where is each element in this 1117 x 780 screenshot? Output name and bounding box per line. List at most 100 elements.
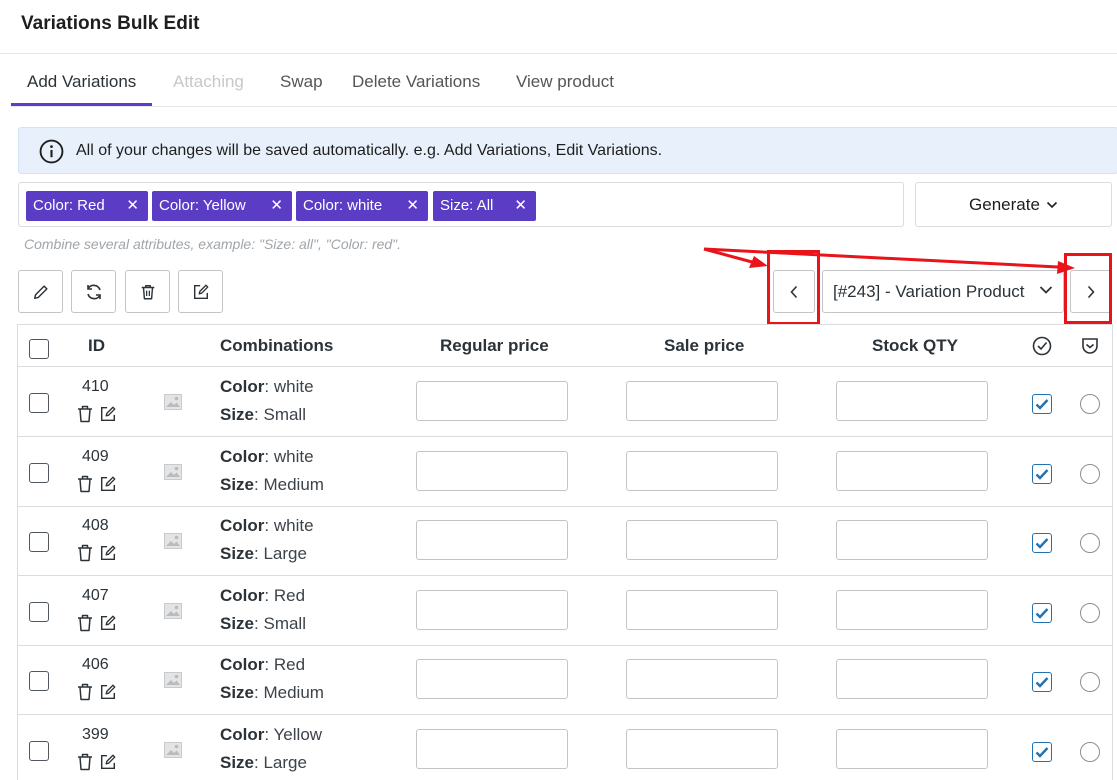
previous-product-button[interactable]: [773, 270, 815, 313]
refresh-button[interactable]: [71, 270, 116, 313]
color-value: : white: [264, 516, 314, 535]
chip-label: Color: Red: [33, 197, 105, 214]
edit-square-icon[interactable]: [99, 683, 117, 701]
checkmark-icon: [1035, 746, 1049, 758]
tab-view-product[interactable]: View product: [500, 60, 630, 106]
remove-chip-icon[interactable]: ✕: [126, 191, 139, 221]
remove-chip-icon[interactable]: ✕: [514, 191, 527, 221]
regular-price-input[interactable]: [416, 589, 568, 630]
edit-square-icon[interactable]: [99, 544, 117, 562]
trash-icon[interactable]: [77, 683, 93, 701]
row-checkbox[interactable]: [29, 462, 49, 483]
remove-chip-icon[interactable]: ✕: [406, 191, 419, 221]
checkmark-icon: [1035, 399, 1049, 410]
regular-price-input[interactable]: [416, 450, 568, 491]
stock-qty-input[interactable]: [836, 589, 988, 630]
tab-attaching[interactable]: Attaching: [157, 60, 260, 106]
image-placeholder-icon[interactable]: [164, 394, 182, 410]
sale-price-input[interactable]: [626, 659, 778, 699]
next-product-button[interactable]: [1070, 270, 1112, 313]
edit-button[interactable]: [18, 270, 63, 313]
default-radio[interactable]: [1080, 741, 1100, 762]
check-shield-icon: [1082, 338, 1098, 354]
combination: Color: Red Size: Medium: [220, 651, 324, 707]
default-radio[interactable]: [1080, 672, 1100, 692]
trash-icon[interactable]: [77, 614, 93, 632]
edit-square-icon[interactable]: [99, 753, 117, 771]
color-label: Color: [220, 516, 265, 535]
regular-price-input[interactable]: [416, 520, 568, 560]
stock-qty-input[interactable]: [836, 450, 988, 491]
size-value: : Medium: [254, 474, 324, 494]
color-value: : Red: [264, 655, 306, 674]
checkmark-icon: [1035, 538, 1049, 549]
tab-add-variations[interactable]: Add Variations: [11, 60, 153, 106]
color-value: : Yellow: [264, 724, 323, 744]
image-placeholder-icon[interactable]: [164, 602, 182, 619]
sale-price-input[interactable]: [626, 381, 778, 421]
row-checkbox[interactable]: [29, 393, 49, 413]
image-placeholder-icon[interactable]: [164, 533, 182, 549]
table-header: ID Combinations Regular price Sale price…: [18, 325, 1112, 367]
enabled-checkbox[interactable]: [1032, 463, 1052, 484]
trash-icon[interactable]: [77, 544, 93, 562]
stock-qty-input[interactable]: [836, 659, 988, 699]
header-id: ID: [88, 336, 105, 355]
edit-square-icon[interactable]: [99, 405, 117, 423]
regular-price-input[interactable]: [416, 381, 568, 421]
header-regular-price: Regular price: [440, 336, 549, 355]
edit-square-icon[interactable]: [99, 614, 117, 632]
default-radio[interactable]: [1080, 394, 1100, 414]
attribute-chip: Size: All ✕: [433, 191, 536, 221]
row-checkbox[interactable]: [29, 671, 49, 691]
enabled-checkbox[interactable]: [1032, 602, 1052, 623]
default-radio[interactable]: [1080, 602, 1100, 623]
row-checkbox[interactable]: [29, 601, 49, 622]
tab-delete-variations[interactable]: Delete Variations: [336, 60, 496, 106]
size-label: Size: [220, 405, 255, 424]
image-placeholder-icon[interactable]: [164, 672, 182, 688]
size-label: Size: [220, 613, 255, 633]
chip-label: Color: Yellow: [159, 197, 246, 214]
regular-price-input[interactable]: [416, 728, 568, 769]
delete-button[interactable]: [125, 270, 170, 313]
table-row: 409 Color: white Size: Medium: [18, 437, 1112, 507]
table-row: 399 Color: Yellow Size: Large: [18, 715, 1112, 780]
generate-button[interactable]: Generate: [915, 182, 1112, 227]
default-radio[interactable]: [1080, 463, 1100, 484]
sale-price-input[interactable]: [626, 450, 778, 491]
table-row: 407 Color: Red Size: Small: [18, 576, 1112, 646]
sale-price-input[interactable]: [626, 728, 778, 769]
trash-icon[interactable]: [77, 475, 93, 493]
product-select[interactable]: [#243] - Variation Product: [822, 270, 1064, 313]
row-checkbox[interactable]: [29, 532, 49, 552]
enabled-checkbox[interactable]: [1032, 394, 1052, 414]
row-checkbox[interactable]: [29, 740, 49, 761]
size-value: : Large: [254, 752, 307, 772]
edit-square-icon: [193, 284, 208, 299]
sale-price-input[interactable]: [626, 589, 778, 630]
sale-price-input[interactable]: [626, 520, 778, 560]
enabled-checkbox[interactable]: [1032, 533, 1052, 553]
trash-icon[interactable]: [77, 405, 93, 423]
regular-price-input[interactable]: [416, 659, 568, 699]
remove-chip-icon[interactable]: ✕: [270, 191, 283, 221]
stock-qty-input[interactable]: [836, 728, 988, 769]
variation-id: 408: [82, 517, 109, 534]
stock-qty-input[interactable]: [836, 381, 988, 421]
stock-qty-input[interactable]: [836, 520, 988, 560]
tab-swap[interactable]: Swap: [264, 60, 339, 106]
edit-square-icon[interactable]: [99, 475, 117, 493]
enabled-checkbox[interactable]: [1032, 741, 1052, 762]
attributes-input[interactable]: Color: Red ✕ Color: Yellow ✕ Color: whit…: [18, 182, 904, 227]
table-row: 408 Color: white Size: Large: [18, 506, 1112, 576]
select-all-checkbox[interactable]: [29, 339, 49, 359]
bulk-edit-button[interactable]: [178, 270, 223, 313]
enabled-checkbox[interactable]: [1032, 672, 1052, 692]
chevron-right-icon: [1087, 285, 1095, 298]
trash-icon[interactable]: [77, 753, 93, 771]
default-radio[interactable]: [1080, 533, 1100, 553]
image-placeholder-icon[interactable]: [164, 463, 182, 480]
chip-label: Color: white: [303, 197, 383, 214]
image-placeholder-icon[interactable]: [164, 741, 182, 758]
